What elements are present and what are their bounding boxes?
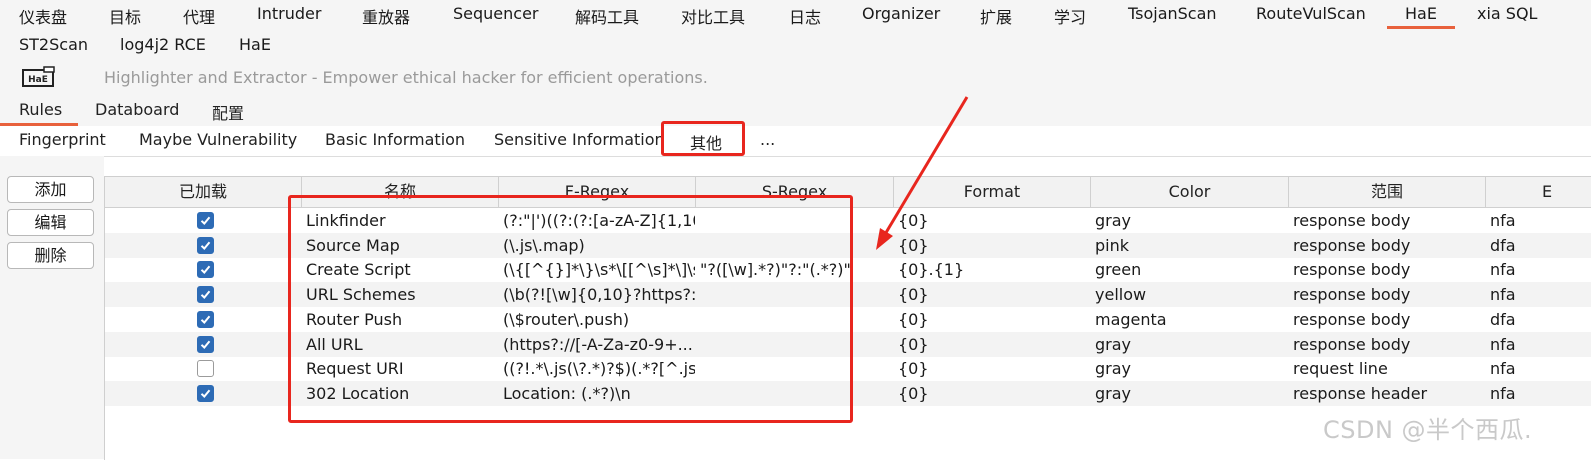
watermark: CSDN @半个西瓜. [1323,416,1533,444]
annotation-arrow [876,96,969,250]
